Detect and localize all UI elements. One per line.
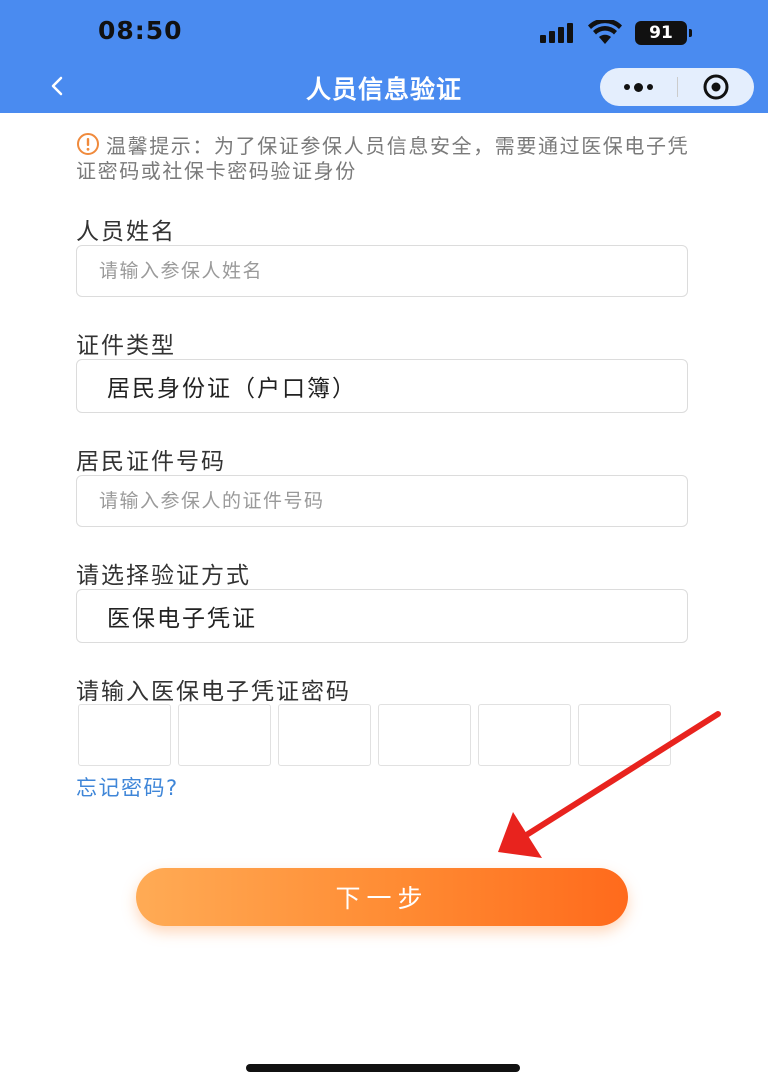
battery-level: 91 bbox=[649, 23, 673, 43]
pin-box-3[interactable] bbox=[278, 704, 371, 766]
pin-box-5[interactable] bbox=[478, 704, 571, 766]
close-button[interactable] bbox=[678, 68, 755, 106]
more-icon bbox=[623, 82, 653, 92]
next-step-button[interactable]: 下一步 bbox=[136, 868, 628, 926]
id-number-field bbox=[76, 475, 688, 527]
status-icons: 91 bbox=[540, 18, 692, 48]
verify-method-value: 医保电子凭证 bbox=[107, 606, 257, 632]
id-number-label: 居民证件号码 bbox=[76, 449, 226, 475]
pin-box-4[interactable] bbox=[378, 704, 471, 766]
home-indicator bbox=[246, 1064, 520, 1072]
name-label: 人员姓名 bbox=[76, 219, 176, 245]
warm-tip: 温馨提示：为了保证参保人员信息安全，需要通过医保电子凭证密码或社保卡密码验证身份 bbox=[76, 132, 696, 184]
pin-box-1[interactable] bbox=[78, 704, 171, 766]
wifi-icon bbox=[588, 20, 622, 44]
signal-icon bbox=[540, 23, 573, 43]
verify-method-label: 请选择验证方式 bbox=[76, 563, 251, 589]
tip-text: 温馨提示：为了保证参保人员信息安全，需要通过医保电子凭证密码或社保卡密码验证身份 bbox=[76, 134, 690, 183]
battery-icon: 91 bbox=[635, 21, 692, 45]
verify-method-select[interactable]: 医保电子凭证 bbox=[76, 589, 688, 643]
id-number-input[interactable] bbox=[77, 476, 687, 526]
id-type-value: 居民身份证（户口簿） bbox=[107, 376, 357, 402]
pin-box-2[interactable] bbox=[178, 704, 271, 766]
header-bar: 08:50 91 人员信息验证 bbox=[0, 0, 768, 113]
id-type-label: 证件类型 bbox=[76, 333, 176, 359]
name-input[interactable] bbox=[77, 246, 687, 296]
forgot-password-link[interactable]: 忘记密码? bbox=[76, 772, 179, 802]
warning-icon bbox=[77, 133, 99, 155]
mini-program-capsule bbox=[600, 68, 754, 106]
password-pin-row bbox=[78, 704, 671, 766]
name-field bbox=[76, 245, 688, 297]
target-close-icon bbox=[703, 74, 729, 100]
status-time: 08:50 bbox=[98, 16, 183, 45]
id-type-select[interactable]: 居民身份证（户口簿） bbox=[76, 359, 688, 413]
password-label: 请输入医保电子凭证密码 bbox=[76, 679, 351, 705]
pin-box-6[interactable] bbox=[578, 704, 671, 766]
more-button[interactable] bbox=[600, 68, 677, 106]
